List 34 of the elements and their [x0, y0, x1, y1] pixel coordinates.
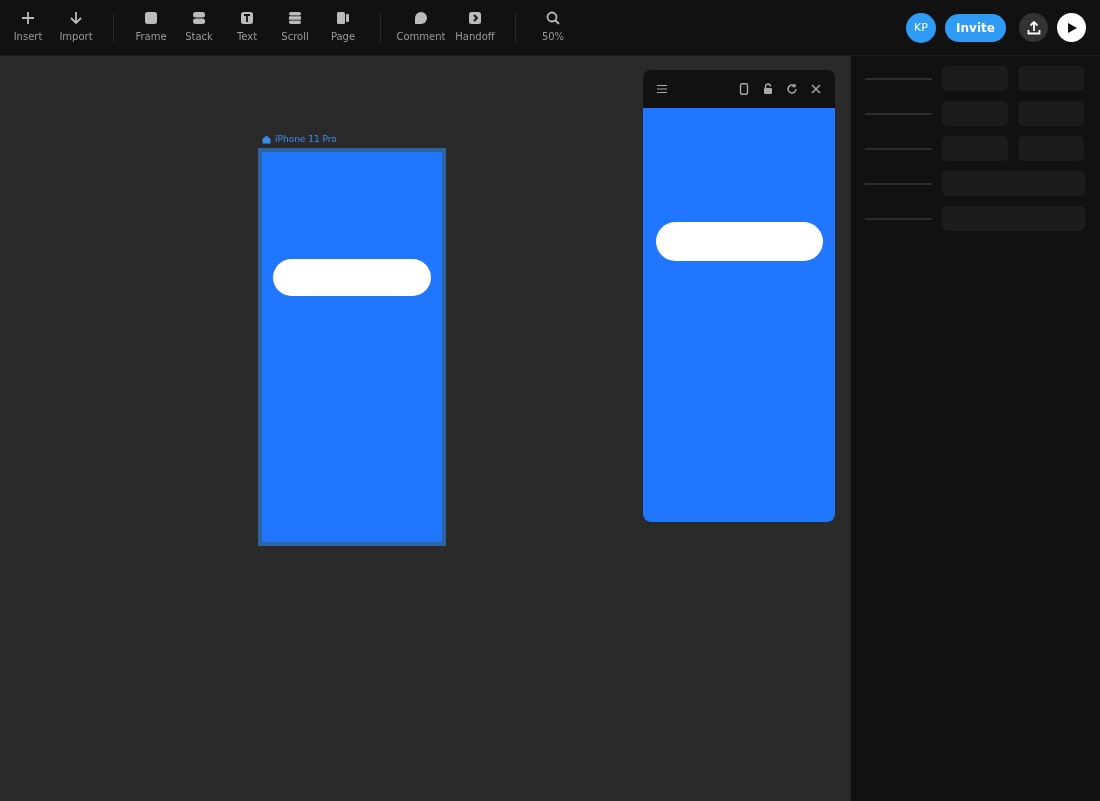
- phone-icon[interactable]: [738, 83, 750, 95]
- unlock-icon[interactable]: [762, 83, 774, 95]
- scroll-icon: [287, 9, 303, 26]
- handoff-icon: [467, 9, 483, 26]
- toolbar-button[interactable]: Text: [223, 5, 271, 50]
- toolbar-button[interactable]: Frame: [127, 5, 175, 50]
- toolbar-button[interactable]: Stack: [175, 5, 223, 50]
- toolbar-button[interactable]: Comment: [394, 5, 448, 50]
- upload-icon: [1025, 19, 1042, 36]
- play-icon: [1065, 21, 1078, 34]
- frame-label[interactable]: iPhone 11 Pro: [275, 134, 337, 144]
- toolbar-button[interactable]: Insert: [4, 5, 52, 50]
- upload-button[interactable]: [1019, 13, 1048, 42]
- toolbar-button[interactable]: Scroll: [271, 5, 319, 50]
- pill-shape[interactable]: [273, 259, 431, 296]
- stack-icon: [191, 9, 207, 26]
- comment-icon: [413, 9, 429, 26]
- phone-frame[interactable]: [258, 148, 446, 546]
- search-icon: [545, 9, 561, 26]
- refresh-icon[interactable]: [786, 83, 798, 95]
- toolbar-button[interactable]: Handoff: [448, 5, 502, 50]
- page-icon: [335, 9, 351, 26]
- toolbar-button[interactable]: Page: [319, 5, 367, 50]
- toolbar-button[interactable]: 50%: [529, 5, 577, 50]
- plus-icon: [20, 9, 36, 26]
- close-icon[interactable]: [810, 83, 822, 95]
- square-icon: [143, 9, 159, 26]
- text-icon: [239, 9, 255, 26]
- arrow-down-icon: [68, 9, 84, 26]
- toolbar-button[interactable]: Import: [52, 5, 100, 50]
- play-button[interactable]: [1057, 13, 1086, 42]
- menu-icon[interactable]: [656, 83, 668, 95]
- home-icon: [262, 134, 271, 144]
- pill-shape[interactable]: [656, 222, 823, 261]
